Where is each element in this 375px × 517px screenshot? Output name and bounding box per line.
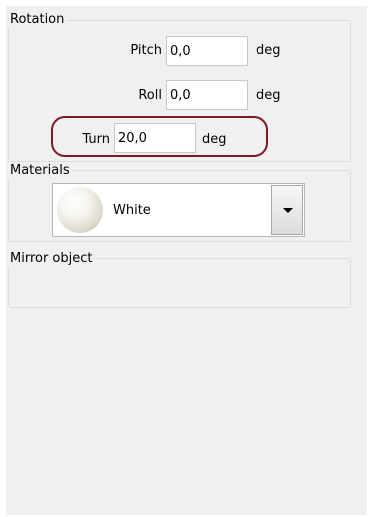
materials-dropdown[interactable]: White bbox=[52, 183, 305, 237]
roll-input[interactable] bbox=[166, 80, 248, 110]
roll-unit: deg bbox=[256, 88, 281, 103]
material-sphere-icon bbox=[57, 187, 103, 233]
roll-label: Roll bbox=[138, 88, 162, 103]
materials-selected-value: White bbox=[113, 203, 151, 218]
turn-unit: deg bbox=[202, 132, 227, 147]
materials-group-title: Materials bbox=[7, 163, 73, 179]
pitch-unit: deg bbox=[256, 43, 281, 58]
materials-dropdown-button[interactable] bbox=[271, 185, 303, 235]
turn-label: Turn bbox=[82, 132, 110, 147]
turn-input[interactable] bbox=[114, 123, 196, 153]
mirror-object-group-title: Mirror object bbox=[7, 251, 96, 267]
pitch-input[interactable] bbox=[166, 36, 248, 66]
chevron-down-icon bbox=[283, 208, 293, 213]
pitch-label: Pitch bbox=[130, 43, 162, 58]
rotation-group-title: Rotation bbox=[7, 12, 68, 28]
